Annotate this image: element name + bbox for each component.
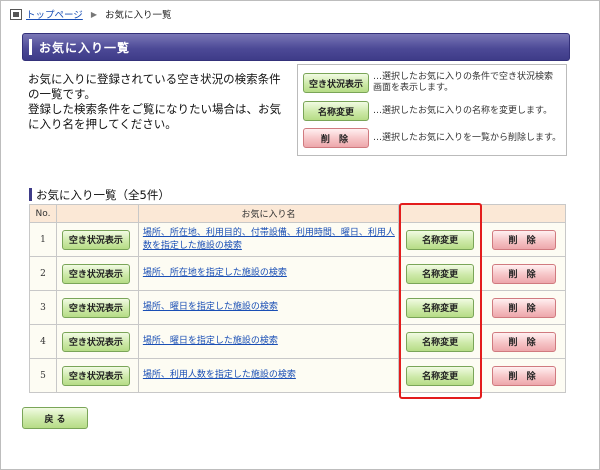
legend-rename-text: …選択したお気に入りの名称を変更します。 — [373, 105, 553, 116]
home-icon — [10, 8, 22, 20]
table-header-row: No. お気に入り名 — [29, 204, 566, 223]
breadcrumb-home-link[interactable]: トップページ — [26, 7, 83, 21]
section-title: お気に入り一覧（全5件） — [36, 187, 170, 202]
table-row: 1 空き状況表示 場所、所在地、利用目的、付帯設備、利用時間、曜日、利用人数を指… — [29, 222, 566, 257]
breadcrumb-separator-icon: ▶ — [90, 9, 97, 19]
header-delete — [481, 204, 566, 223]
delete-button[interactable]: 削 除 — [491, 331, 556, 352]
row-number: 2 — [29, 256, 57, 291]
legend-row-delete: 削 除 …選択したお気に入りを一覧から削除します。 — [303, 128, 561, 148]
header-status — [55, 204, 139, 223]
delete-button[interactable]: 削 除 — [491, 365, 556, 386]
section-heading: お気に入り一覧（全5件） — [29, 187, 184, 202]
rename-button[interactable]: 名称変更 — [406, 297, 475, 318]
table-row: 3 空き状況表示 場所、曜日を指定した施設の検索 名称変更 削 除 — [29, 290, 566, 325]
row-number: 5 — [29, 358, 57, 393]
page-title-bar: お気に入り一覧 — [22, 33, 570, 61]
status-button[interactable]: 空き状況表示 — [61, 297, 130, 318]
intro-line-2: 登録した検索条件をご覧になりたい場合は、お気に入り名を押してください。 — [28, 102, 281, 131]
legend-rename-button: 名称変更 — [303, 101, 369, 121]
intro-line-1: お気に入りに登録されている空き状況の検索条件の一覧です。 — [28, 72, 281, 101]
table-row: 4 空き状況表示 場所、曜日を指定した施設の検索 名称変更 削 除 — [29, 324, 566, 359]
status-button[interactable]: 空き状況表示 — [61, 263, 130, 284]
page-title: お気に入り一覧 — [39, 41, 131, 55]
legend-delete-button: 削 除 — [303, 128, 369, 148]
header-no: No. — [29, 204, 57, 223]
delete-button[interactable]: 削 除 — [491, 263, 556, 284]
delete-button[interactable]: 削 除 — [491, 229, 556, 250]
legend-row-status: 空き状況表示 …選択したお気に入りの条件で空き状況検索画面を表示します。 — [303, 72, 553, 94]
favorite-name-link[interactable]: 場所、曜日を指定した施設の検索 — [143, 302, 278, 312]
rename-button[interactable]: 名称変更 — [406, 263, 475, 284]
legend-row-rename: 名称変更 …選択したお気に入りの名称を変更します。 — [303, 101, 552, 121]
row-number: 4 — [29, 324, 57, 359]
title-accent — [29, 39, 32, 55]
favorite-name-link[interactable]: 場所、曜日を指定した施設の検索 — [143, 336, 278, 346]
table-row: 2 空き状況表示 場所、所在地を指定した施設の検索 名称変更 削 除 — [29, 256, 566, 291]
rename-button[interactable]: 名称変更 — [406, 331, 475, 352]
header-rename — [398, 204, 483, 223]
status-button[interactable]: 空き状況表示 — [61, 331, 130, 352]
status-button[interactable]: 空き状況表示 — [61, 229, 130, 250]
legend-delete-text: …選択したお気に入りを一覧から削除します。 — [373, 132, 562, 143]
button-legend: 空き状況表示 …選択したお気に入りの条件で空き状況検索画面を表示します。 名称変… — [297, 64, 567, 156]
breadcrumb: トップページ ▶ お気に入り一覧 — [10, 6, 171, 22]
favorite-name-link[interactable]: 場所、所在地、利用目的、付帯設備、利用時間、曜日、利用人数を指定した施設の検索 — [143, 228, 395, 251]
breadcrumb-current: お気に入り一覧 — [104, 10, 172, 21]
table-row: 5 空き状況表示 場所、利用人数を指定した施設の検索 名称変更 削 除 — [29, 358, 566, 393]
row-number: 3 — [29, 290, 57, 325]
rename-button[interactable]: 名称変更 — [406, 229, 475, 250]
header-name: お気に入り名 — [137, 204, 400, 223]
favorite-name-link[interactable]: 場所、所在地を指定した施設の検索 — [143, 268, 287, 278]
section-marker — [29, 188, 32, 201]
back-button[interactable]: 戻 る — [22, 407, 88, 429]
delete-button[interactable]: 削 除 — [491, 297, 556, 318]
intro-text: お気に入りに登録されている空き状況の検索条件の一覧です。 登録した検索条件をご覧… — [28, 72, 290, 132]
row-number: 1 — [29, 222, 57, 257]
favorite-name-link[interactable]: 場所、利用人数を指定した施設の検索 — [143, 370, 296, 380]
status-button[interactable]: 空き状況表示 — [61, 365, 130, 386]
legend-status-text: …選択したお気に入りの条件で空き状況検索画面を表示します。 — [373, 72, 554, 93]
favorites-table: No. お気に入り名 1 空き状況表示 場所、所在地、利用目的、付帯設備、利用時… — [29, 204, 566, 393]
legend-status-button: 空き状況表示 — [303, 73, 369, 93]
rename-button[interactable]: 名称変更 — [406, 365, 475, 386]
